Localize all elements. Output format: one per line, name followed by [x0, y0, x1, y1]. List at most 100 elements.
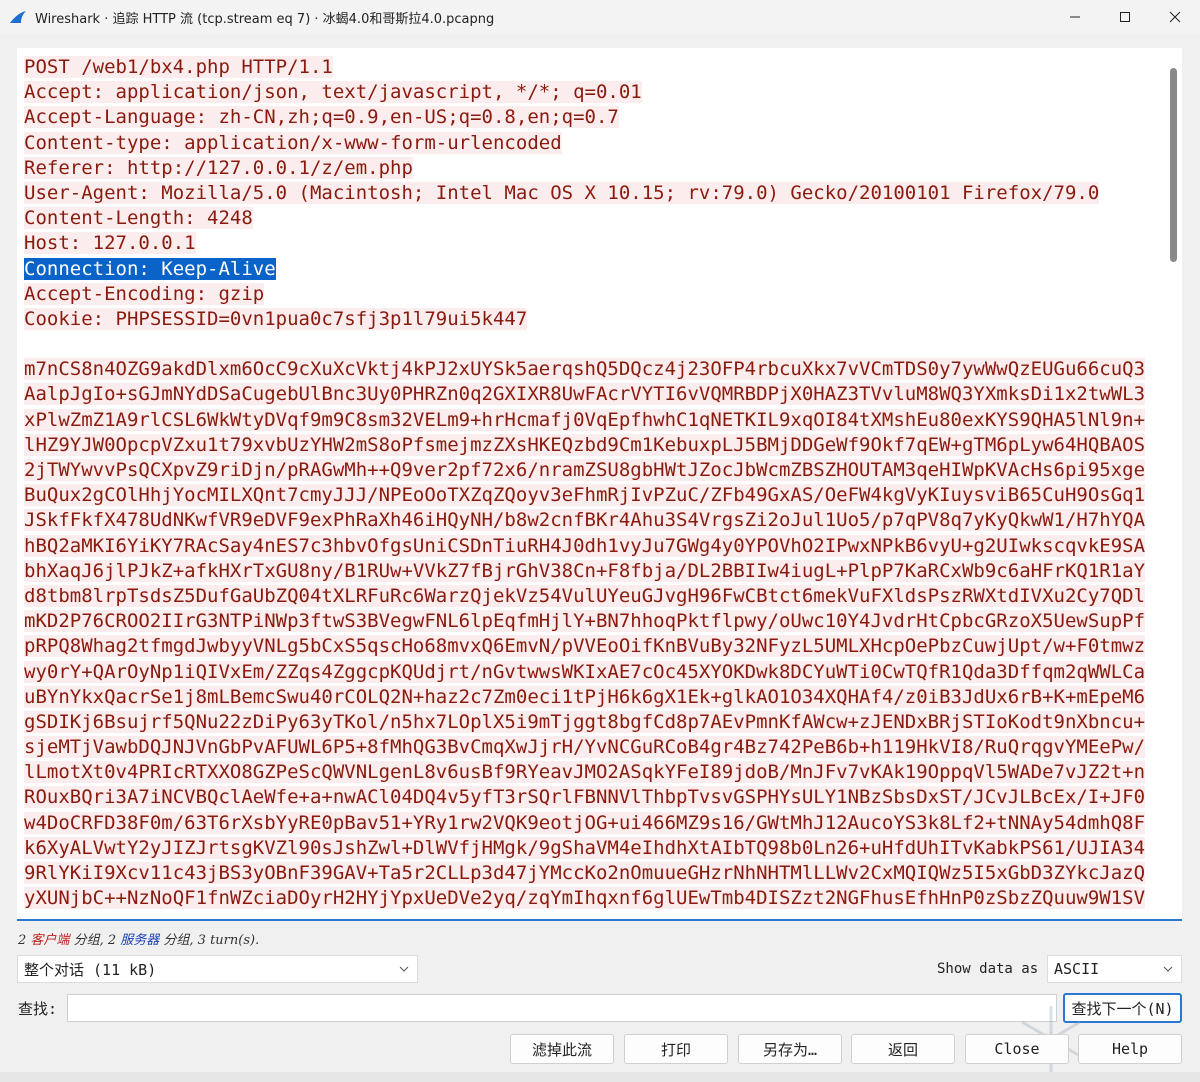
body-line: pRPQ8Whag2tfmgdJwbyyVNLg5bCxS5qscHo68mvx… — [24, 634, 1159, 659]
line-text: bhXaqJ6jlPJkZ+afkHXrTxGU8ny/B1RUw+VVkZ7f… — [24, 559, 1146, 582]
http-header-line: Accept-Encoding: gzip — [24, 282, 1159, 307]
http-header-line: Accept: application/json, text/javascrip… — [24, 80, 1159, 105]
title-bar: Wireshark · 追踪 HTTP 流 (tcp.stream eq 7) … — [0, 0, 1200, 34]
line-text: 9RlYKiI9Xcv11c43jBS3yOBnF39GAV+Ta5r2CLLp… — [24, 862, 1146, 884]
vertical-scrollbar[interactable] — [1165, 48, 1182, 920]
line-text: Accept: application/json, text/javascrip… — [24, 81, 642, 104]
close-window-button[interactable] — [1150, 0, 1200, 34]
http-header-line: Content-Length: 4248 — [24, 206, 1159, 231]
body-line: lLmotXt0v4PRIcRTXXO8GZPeScQWVNLgenL8v6us… — [24, 760, 1159, 785]
body-line: xPlwZmZ1A9rlCSL6WkWtyDVqf9m9C8sm32VELm9+… — [24, 408, 1159, 433]
line-text: Accept-Language: zh-CN,zh;q=0.9,en-US;q=… — [24, 106, 619, 129]
window-title: Wireshark · 追踪 HTTP 流 (tcp.stream eq 7) … — [35, 11, 495, 27]
server-label: 服务器 — [120, 933, 160, 948]
help-button[interactable]: Help — [1078, 1034, 1182, 1064]
http-header-line: Referer: http://127.0.0.1/z/em.php — [24, 156, 1159, 181]
chevron-down-icon — [399, 966, 409, 972]
line-text: Content-type: application/x-www-form-url… — [24, 131, 562, 154]
line-text: xPlwZmZ1A9rlCSL6WkWtyDVqf9m9C8sm32VELm9+… — [24, 408, 1146, 431]
http-header-line: Accept-Language: zh-CN,zh;q=0.9,en-US;q=… — [24, 105, 1159, 130]
body-line: 2jTWYwvvPsQCXpvZ9riDjn/pRAGwMh++Q9ver2pf… — [24, 458, 1159, 483]
body-line: mKD2P76CROO2IIrG3NTPiNWp3ftwS3BVegwFNL6l… — [24, 609, 1159, 634]
line-text: wy0rY+QArOyNp1iQIVxEm/ZZqs4ZggcpKQUdjrt/… — [24, 660, 1146, 683]
body-line: lHZ9YJW0OpcpVZxu1t79xvbUzYHW2mS8oPfsmejm… — [24, 433, 1159, 458]
wireshark-fin-icon — [10, 11, 26, 23]
body-line: d8tbm8lrpTsdsZ5DufGaUbZQ04tXLRFuRc6WarzQ… — [24, 584, 1159, 609]
taskbar-strip — [0, 1072, 1200, 1082]
close-icon — [1169, 11, 1181, 23]
status-mid2: 分组, 3 turn(s). — [159, 933, 260, 948]
line-text: d8tbm8lrpTsdsZ5DufGaUbZQ04tXLRFuRc6WarzQ… — [24, 584, 1146, 607]
http-header-line: Host: 127.0.0.1 — [24, 231, 1159, 256]
stream-text-area[interactable]: POST /web1/bx4.php HTTP/1.1 Accept: appli… — [17, 48, 1182, 920]
body-line: k6XyALVwtY2yJIZJrtsgKVZl90sJshZwl+DlWVfj… — [24, 836, 1159, 861]
line-text: hBQ2aMKI6YiKY7RAcSay4nES7c3hbvOfgsUniCSD… — [24, 534, 1146, 557]
body-line: hBQ2aMKI6YiKY7RAcSay4nES7c3hbvOfgsUniCSD… — [24, 534, 1159, 559]
body-line: AalpJgIo+sGJmNYdDSaCugebUlBnc3Uy0PHRZn0q… — [24, 382, 1159, 407]
maximize-button[interactable] — [1100, 0, 1150, 34]
minimize-button[interactable] — [1050, 0, 1100, 34]
line-text: AalpJgIo+sGJmNYdDSaCugebUlBnc3Uy0PHRZn0q… — [24, 383, 1146, 406]
back-button[interactable]: 返回 — [851, 1034, 955, 1064]
chevron-down-icon — [1163, 966, 1173, 972]
body-line: uBYnYkxQacrSe1j8mLBemcSwu40rCOLQ2N+haz2c… — [24, 685, 1159, 710]
conversation-select-value: 整个对话 (11 kB) — [24, 960, 157, 979]
line-text: lHZ9YJW0OpcpVZxu1t79xvbUzYHW2mS8oPfsmejm… — [24, 433, 1146, 456]
body-line: sjeMTjVawbDQJNJVnGbPvAFUWL6P5+8fMhQG3BvC… — [24, 735, 1159, 760]
body-line: m7nCS8n4OZG9akdDlxm6OcC9cXuXcVktj4kPJ2xU… — [24, 357, 1159, 382]
body-line: ROuxBQri3A7iNCVBQclAeWfe+a+nwACl04DQ4v5y… — [24, 785, 1159, 810]
line-text: Referer: http://127.0.0.1/z/em.php — [24, 156, 413, 179]
print-button[interactable]: 打印 — [624, 1034, 728, 1064]
window-controls — [1050, 0, 1200, 34]
line-text: Content-Length: 4248 — [24, 207, 253, 230]
line-text: BuQux2gCOlHhjYocMILXQnt7cmyJJJ/NPEoOoTXZ… — [24, 484, 1146, 507]
body-line: JSkfFkfX478UdNKwfVR9eDVF9exPhRaXh46iHQyN… — [24, 508, 1159, 533]
status-mid1: 分组, — [69, 933, 108, 948]
line-text: mKD2P76CROO2IIrG3NTPiNWp3ftwS3BVegwFNL6l… — [24, 610, 1146, 633]
body-line: yXUNjbC++NzNoQF1fnWZciaDOyrH2HYjYpxUeDVe… — [24, 886, 1159, 911]
maximize-icon — [1120, 12, 1130, 22]
scrollbar-thumb[interactable] — [1170, 68, 1177, 262]
body-line: w4DoCRFD38F0m/63T6rXsbYyRE0pBav51+YRy1rw… — [24, 811, 1159, 836]
client-label: 客户端 — [30, 933, 70, 948]
line-text: gSDIKj6Bsujrf5QNu22zDiPy63yTKol/n5hx7LOp… — [24, 710, 1146, 733]
http-header-line: Connection: Keep-Alive — [24, 257, 1159, 282]
body-line: gSDIKj6Bsujrf5QNu22zDiPy63yTKol/n5hx7LOp… — [24, 710, 1159, 735]
http-header-line: Content-type: application/x-www-form-url… — [24, 131, 1159, 156]
http-header-line: Cookie: PHPSESSID=0vn1pua0c7sfj3p1l79ui5… — [24, 307, 1159, 332]
body-line: bhXaqJ6jlPJkZ+afkHXrTxGU8ny/B1RUw+VVkZ7f… — [24, 559, 1159, 584]
minimize-icon — [1070, 16, 1080, 18]
conversation-select[interactable]: 整个对话 (11 kB) — [17, 955, 418, 983]
http-header-line: User-Agent: Mozilla/5.0 (Macintosh; Inte… — [24, 181, 1159, 206]
stream-status: 2 客户端 分组, 2 服务器 分组, 3 turn(s). — [18, 929, 259, 948]
body-line: BuQux2gCOlHhjYocMILXQnt7cmyJJJ/NPEoOoTXZ… — [24, 483, 1159, 508]
line-text: k6XyALVwtY2yJIZJrtsgKVZl90sJshZwl+DlWVfj… — [24, 836, 1146, 859]
line-text: sjeMTjVawbDQJNJVnGbPvAFUWL6P5+8fMhQG3BvC… — [24, 736, 1146, 759]
find-label: 查找: — [18, 1000, 58, 1018]
line-text: JSkfFkfX478UdNKwfVR9eDVF9exPhRaXh46iHQyN… — [24, 509, 1146, 532]
show-data-value: ASCII — [1054, 960, 1100, 978]
line-text: Accept-Encoding: gzip — [24, 282, 265, 305]
focus-border — [17, 919, 1182, 921]
line-text: m7nCS8n4OZG9akdDlxm6OcC9cXuXcVktj4kPJ2xU… — [24, 358, 1146, 381]
stream-content: POST /web1/bx4.php HTTP/1.1 Accept: appli… — [24, 55, 1159, 911]
line-text: lLmotXt0v4PRIcRTXXO8GZPeScQWVNLgenL8v6us… — [24, 761, 1146, 784]
show-data-label: Show data as — [937, 961, 1039, 977]
line-text: Cookie: PHPSESSID=0vn1pua0c7sfj3p1l79ui5… — [24, 307, 528, 330]
client-count: 2 — [18, 933, 27, 948]
line-text: w4DoCRFD38F0m/63T6rXsbYyRE0pBav51+YRy1rw… — [24, 811, 1146, 834]
line-text: POST /web1/bx4.php HTTP/1.1 — [24, 56, 333, 78]
line-text: Connection: Keep-Alive — [24, 257, 276, 280]
line-text: User-Agent: Mozilla/5.0 (Macintosh; Inte… — [24, 181, 1100, 204]
close-button[interactable]: Close — [965, 1034, 1069, 1064]
filter-out-stream-button[interactable]: 滤掉此流 — [510, 1034, 614, 1064]
line-text: uBYnYkxQacrSe1j8mLBemcSwu40rCOLQ2N+haz2c… — [24, 685, 1146, 708]
save-as-button[interactable]: 另存为… — [738, 1034, 842, 1064]
server-count: 2 — [107, 933, 117, 948]
line-text: 2jTWYwvvPsQCXpvZ9riDjn/pRAGwMh++Q9ver2pf… — [24, 459, 1146, 481]
line-text: ROuxBQri3A7iNCVBQclAeWfe+a+nwACl04DQ4v5y… — [24, 786, 1146, 809]
http-header-line: POST /web1/bx4.php HTTP/1.1 — [24, 55, 1159, 80]
show-data-select[interactable]: ASCII — [1047, 955, 1182, 983]
find-input[interactable] — [67, 994, 1057, 1022]
